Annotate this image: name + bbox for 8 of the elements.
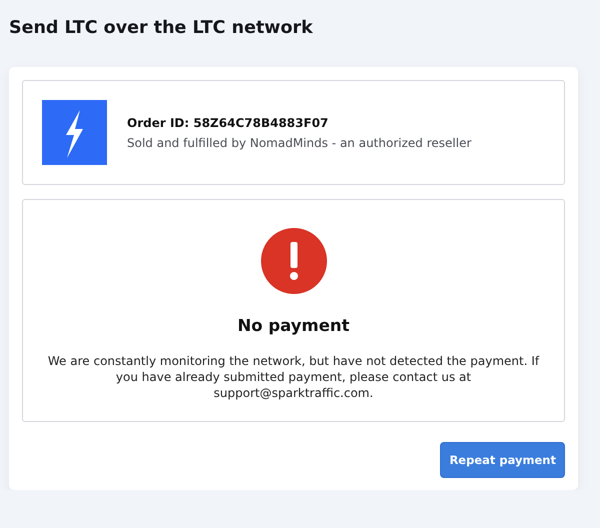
seller-text: Sold and fulfilled by NomadMinds - an authorized reseller (127, 136, 472, 150)
order-id: Order ID: 58Z64C78B4883F07 (127, 116, 330, 130)
repeat-payment-button[interactable]: Repeat payment (440, 442, 565, 478)
lightning-logo-icon (42, 100, 107, 165)
status-message: We are constantly monitoring the network, but have not detected the payment. If you have already submitted payment, please contact us at support@sparktraffic.com. (46, 353, 540, 401)
error-icon (260, 228, 326, 294)
status-heading: No payment (237, 316, 350, 335)
page-title: Send LTC over the LTC network (9, 18, 314, 38)
